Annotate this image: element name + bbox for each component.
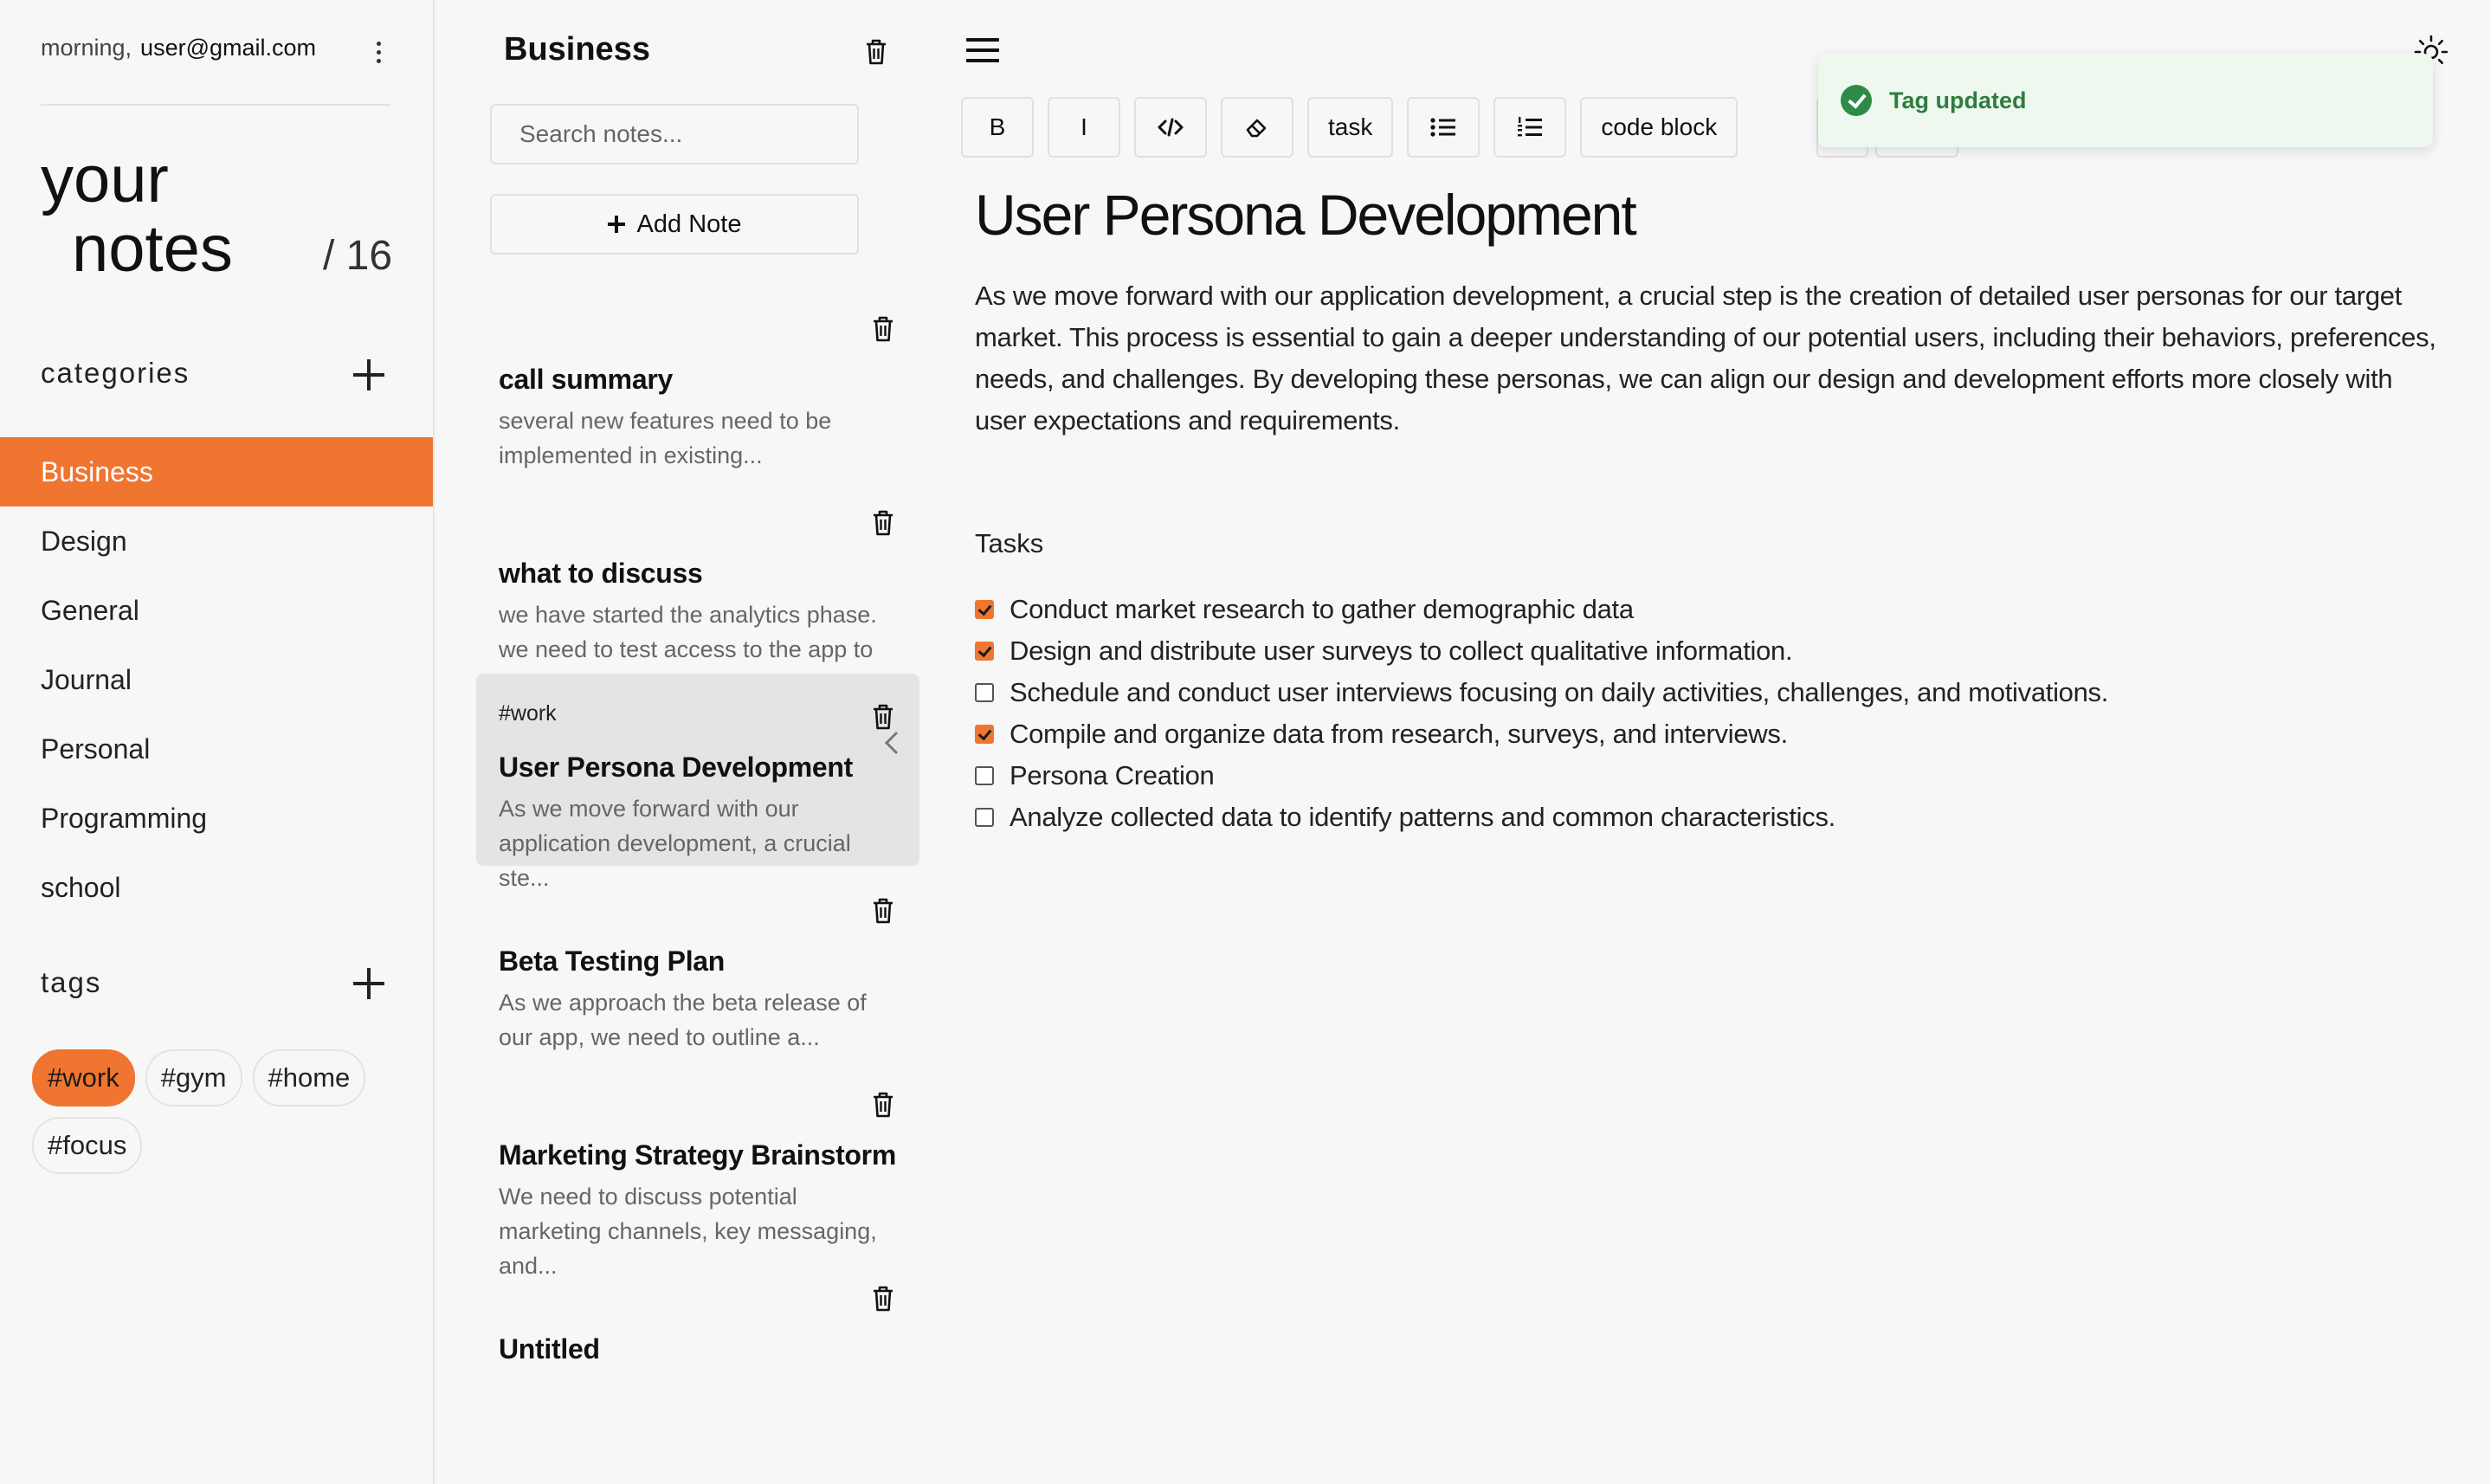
more-options-icon[interactable] (365, 35, 391, 69)
plus-icon (607, 216, 625, 233)
add-category-button[interactable] (350, 356, 388, 394)
note-title: what to discuss (499, 558, 703, 589)
code-icon (1158, 118, 1184, 137)
delete-note-icon[interactable] (871, 509, 895, 537)
category-item[interactable]: Design (0, 506, 433, 576)
categories-heading: categories (41, 357, 190, 389)
note-body[interactable]: As we move forward with our application … (975, 275, 2447, 442)
task-item: Design and distribute user surveys to co… (975, 630, 2108, 672)
category-item[interactable]: Business (0, 437, 433, 506)
app-title: your notes (41, 145, 233, 284)
add-tag-button[interactable] (350, 965, 388, 1003)
tasks-heading: Tasks (975, 528, 1044, 558)
app-title-line1: your (41, 143, 169, 216)
code-button[interactable] (1134, 97, 1207, 158)
tags-heading: tags (41, 966, 102, 998)
note-title: Beta Testing Plan (499, 945, 726, 977)
task-text[interactable]: Schedule and conduct user interviews foc… (1010, 677, 2108, 708)
task-item: Analyze collected data to identify patte… (975, 797, 2108, 838)
clear-format-button[interactable] (1221, 97, 1293, 158)
category-item[interactable]: Journal (0, 645, 433, 714)
task-checkbox[interactable] (975, 766, 994, 785)
delete-note-icon[interactable] (871, 1285, 895, 1313)
note-title: User Persona Development (499, 752, 853, 783)
tag-chip[interactable]: #home (252, 1049, 366, 1107)
formatting-toolbar: B I task code block (961, 97, 1738, 158)
task-text[interactable]: Design and distribute user surveys to co… (1010, 636, 1793, 667)
task-text[interactable]: Conduct market research to gather demogr… (1010, 594, 1634, 625)
note-card[interactable]: #work User Persona Development As we move … (476, 674, 919, 891)
note-preview: several new features need to be implemen… (499, 408, 832, 468)
tag-chip[interactable]: #work (32, 1049, 135, 1107)
app-title-line2: notes (72, 212, 233, 286)
note-tag: #work (499, 701, 557, 726)
delete-note-icon[interactable] (871, 897, 895, 925)
ordered-list-icon (1518, 117, 1543, 137)
note-title[interactable]: User Persona Development (975, 182, 1637, 248)
note-title: Marketing Strategy Brainstorm (499, 1139, 896, 1171)
task-text[interactable]: Compile and organize data from research,… (1010, 719, 1788, 750)
task-checkbox[interactable] (975, 642, 994, 661)
note-card[interactable]: Marketing Strategy Brainstorm We need to … (476, 1061, 919, 1279)
bold-button[interactable]: B (961, 97, 1034, 158)
note-preview: As we approach the beta release of our a… (499, 990, 867, 1050)
note-count: / 16 (323, 233, 393, 279)
task-item: Compile and organize data from research,… (975, 713, 2108, 755)
user-email: user@gmail.com (140, 35, 317, 61)
chevron-left-icon[interactable] (880, 726, 904, 760)
task-text[interactable]: Analyze collected data to identify patte… (1010, 802, 1835, 833)
add-note-label: Add Note (636, 210, 742, 238)
category-list: Business Design General Journal Personal Prog… (0, 437, 433, 922)
tag-chip[interactable]: #gym (145, 1049, 242, 1107)
bullet-list-button[interactable] (1407, 97, 1480, 158)
task-checkbox[interactable] (975, 808, 994, 827)
toast-message: Tag updated (1889, 87, 2027, 113)
category-item[interactable]: school (0, 853, 433, 922)
search-input[interactable] (490, 104, 859, 165)
sidebar: morning, user@gmail.com your notes / 16 c… (0, 0, 435, 1484)
add-note-button[interactable]: Add Note (490, 194, 859, 255)
note-title: Untitled (499, 1333, 600, 1365)
task-checkbox[interactable] (975, 600, 994, 619)
task-item: Persona Creation (975, 755, 2108, 797)
category-item[interactable]: Programming (0, 784, 433, 853)
greeting: morning, user@gmail.com (41, 35, 316, 61)
delete-category-icon[interactable] (864, 38, 888, 66)
note-card[interactable]: call summary several new features need to… (476, 286, 919, 478)
task-text[interactable]: Persona Creation (1010, 760, 1215, 791)
notes-list-title: Business (504, 31, 650, 68)
task-button[interactable]: task (1307, 97, 1394, 158)
task-checkbox[interactable] (975, 683, 994, 702)
editor-pane: B I task code block User Persona Develop… (919, 0, 2490, 1484)
divider (41, 104, 390, 106)
toast-notification: Tag updated (1818, 54, 2433, 147)
note-title: call summary (499, 364, 673, 395)
task-checkbox[interactable] (975, 725, 994, 744)
task-list: Conduct market research to gather demogr… (975, 589, 2108, 838)
delete-note-icon[interactable] (871, 315, 895, 343)
bullet-list-icon (1430, 118, 1456, 137)
italic-button[interactable]: I (1048, 97, 1120, 158)
tag-list: #work #gym #home #focus (32, 1049, 413, 1174)
tag-chip[interactable]: #focus (32, 1117, 143, 1174)
greeting-text: morning, (41, 35, 132, 61)
task-item: Conduct market research to gather demogr… (975, 589, 2108, 630)
category-item[interactable]: Personal (0, 714, 433, 784)
notes-list-pane: Business Add Note call summary several ne… (435, 0, 919, 1484)
check-circle-icon (1841, 85, 1872, 116)
delete-note-icon[interactable] (871, 1091, 895, 1119)
note-card[interactable]: Untitled (476, 1255, 919, 1448)
code-block-button[interactable]: code block (1580, 97, 1738, 158)
task-item: Schedule and conduct user interviews foc… (975, 672, 2108, 713)
menu-icon[interactable] (966, 38, 999, 66)
note-card[interactable]: Beta Testing Plan As we approach the beta… (476, 868, 919, 1060)
eraser-icon (1246, 119, 1267, 138)
category-item[interactable]: General (0, 576, 433, 645)
note-card[interactable]: what to discuss we have started the analy… (476, 480, 919, 697)
ordered-list-button[interactable] (1493, 97, 1567, 158)
